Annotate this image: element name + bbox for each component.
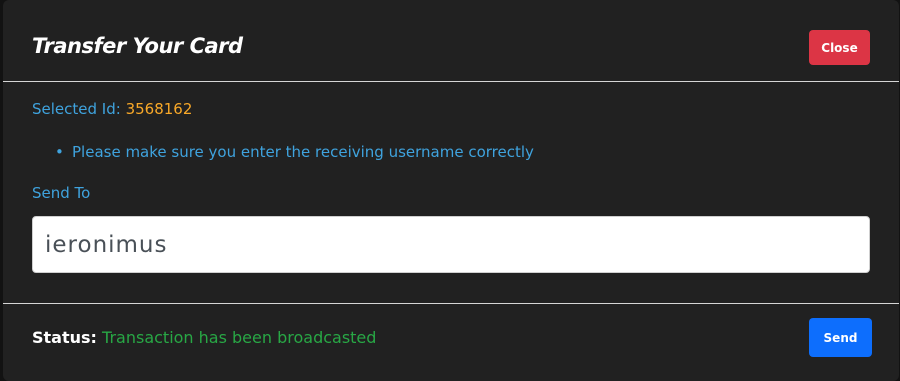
list-item: • Please make sure you enter the receivi…	[55, 141, 534, 163]
selected-id-value: 3568162	[125, 100, 193, 118]
transfer-modal: Transfer Your Card Close Selected Id: 35…	[3, 0, 899, 381]
send-button[interactable]: Send	[809, 318, 872, 357]
selected-id-line: Selected Id: 3568162	[32, 98, 192, 120]
modal-footer: Status: Transaction has been broadcasted…	[3, 303, 899, 381]
bullet-icon: •	[55, 143, 64, 161]
status-label: Status:	[32, 328, 97, 347]
send-to-label: Send To	[32, 184, 91, 202]
status-text: Transaction has been broadcasted	[102, 328, 377, 347]
modal-header: Transfer Your Card Close	[3, 0, 899, 82]
notice-list: • Please make sure you enter the receivi…	[55, 141, 534, 163]
close-button[interactable]: Close	[809, 30, 870, 65]
modal-title: Transfer Your Card	[32, 34, 243, 58]
status-line: Status: Transaction has been broadcasted	[32, 326, 376, 350]
send-to-input[interactable]	[32, 216, 870, 273]
notice-text: Please make sure you enter the receiving…	[72, 143, 534, 161]
selected-id-label: Selected Id:	[32, 100, 121, 118]
